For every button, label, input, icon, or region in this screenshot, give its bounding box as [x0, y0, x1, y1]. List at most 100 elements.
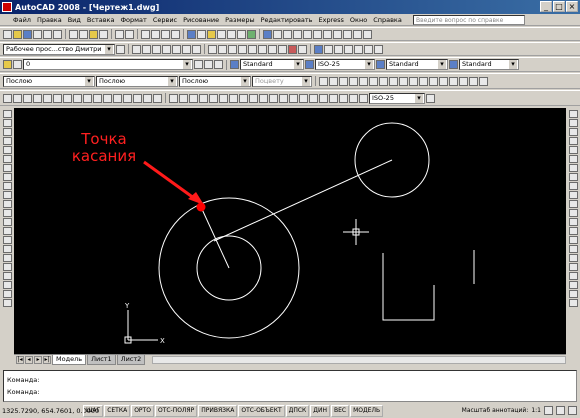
draw-spline-icon[interactable] — [2, 182, 12, 190]
trim-icon[interactable] — [162, 44, 171, 54]
layer-tool-7-icon[interactable] — [153, 93, 162, 103]
draw-polyline-icon[interactable] — [2, 128, 12, 136]
workspace-settings-icon[interactable] — [116, 44, 125, 54]
ucs-named-icon[interactable] — [449, 76, 458, 86]
dim-radius-icon[interactable] — [209, 93, 218, 103]
undo-icon[interactable] — [115, 29, 124, 39]
menu-edit[interactable]: Правка — [34, 16, 65, 24]
ducs-toggle[interactable]: ДПСК — [285, 405, 310, 417]
ucs-world-icon[interactable] — [329, 76, 338, 86]
menu-help[interactable]: Справка — [370, 16, 405, 24]
command-window[interactable]: Команда: Команда: — [3, 370, 577, 402]
menu-window[interactable]: Окно — [347, 16, 370, 24]
layout-6-icon[interactable] — [364, 44, 373, 54]
annotation-visibility-icon[interactable] — [544, 406, 553, 415]
snap-toggle[interactable]: ШАГ — [83, 405, 104, 417]
layer-tool-4-icon[interactable] — [123, 93, 132, 103]
rotate-icon[interactable] — [569, 164, 578, 172]
table-style-icon[interactable] — [376, 60, 385, 69]
menu-format[interactable]: Формат — [117, 16, 149, 24]
layer-select[interactable]: 0 — [23, 59, 193, 70]
lineweight-select[interactable]: Послою — [179, 75, 251, 87]
osnap-nearest-icon[interactable] — [278, 44, 287, 54]
fillet-icon[interactable] — [569, 245, 578, 253]
dim-linear-icon[interactable] — [169, 93, 178, 103]
view-front-icon[interactable] — [333, 29, 342, 39]
ucs-manager-icon[interactable] — [459, 76, 468, 86]
maximize-icon[interactable]: □ — [553, 1, 565, 12]
command-prompt-line[interactable]: Команда: — [7, 386, 573, 398]
dim-jogged-icon[interactable] — [219, 93, 228, 103]
dim-space-icon[interactable] — [279, 93, 288, 103]
menu-file[interactable]: Файл — [10, 16, 34, 24]
trim-object-icon[interactable] — [569, 191, 578, 199]
scale-icon[interactable] — [569, 173, 578, 181]
menu-draw[interactable]: Рисование — [180, 16, 222, 24]
extend-icon[interactable] — [172, 44, 181, 54]
modify-extra-icon[interactable] — [569, 263, 578, 271]
draw-point-icon[interactable] — [2, 227, 12, 235]
chamfer-icon[interactable] — [569, 236, 578, 244]
match-properties-icon[interactable] — [99, 29, 108, 39]
center-mark-icon[interactable] — [309, 93, 318, 103]
zoom-out-icon[interactable] — [63, 93, 72, 103]
menu-dimension[interactable]: Размеры — [222, 16, 258, 24]
ucs-view-icon[interactable] — [369, 76, 378, 86]
zoom-dynamic-icon[interactable] — [13, 93, 22, 103]
move-icon[interactable] — [569, 155, 578, 163]
ucs-y-icon[interactable] — [419, 76, 428, 86]
extend-object-icon[interactable] — [569, 200, 578, 208]
tab-model[interactable]: Модель — [52, 355, 87, 365]
close-icon[interactable]: × — [566, 1, 578, 12]
zoom-in-icon[interactable] — [53, 93, 62, 103]
autocad-logo-icon[interactable] — [2, 2, 12, 12]
pan-icon[interactable] — [141, 29, 150, 39]
draw-extra-icon[interactable] — [2, 281, 12, 289]
inspect-icon[interactable] — [319, 93, 328, 103]
hatch-icon[interactable] — [2, 236, 12, 244]
ucs-object-icon[interactable] — [359, 76, 368, 86]
menu-view[interactable]: Вид — [65, 16, 84, 24]
osnap-quadrant-icon[interactable] — [238, 44, 247, 54]
coordinate-readout[interactable]: 1325.7290, 654.7601, 0.0000 — [2, 407, 99, 415]
dim-quick-icon[interactable] — [249, 93, 258, 103]
offset-icon[interactable] — [569, 137, 578, 145]
plotstyle-select[interactable]: Поцвету — [252, 75, 312, 87]
design-center-icon[interactable] — [197, 29, 206, 39]
dim-update-icon[interactable] — [359, 93, 368, 103]
zoom-center-icon[interactable] — [33, 93, 42, 103]
viewport-icon[interactable] — [263, 29, 272, 39]
draw-extra3-icon[interactable] — [2, 299, 12, 307]
break-at-point-icon[interactable] — [569, 209, 578, 217]
new-icon[interactable] — [3, 29, 12, 39]
draw-line-icon[interactable] — [2, 110, 12, 118]
dim-style-icon[interactable] — [305, 60, 314, 69]
zoom-scale-icon[interactable] — [23, 93, 32, 103]
tab-first-icon[interactable]: |◂ — [16, 356, 24, 364]
zoom-window-icon[interactable] — [3, 93, 12, 103]
mtext-icon[interactable] — [2, 272, 12, 280]
dim-diameter-icon[interactable] — [229, 93, 238, 103]
draw-revcloud-icon[interactable] — [2, 173, 12, 181]
calculator-icon[interactable] — [237, 29, 246, 39]
osnap-node-icon[interactable] — [268, 44, 277, 54]
dim-style-manager-icon[interactable] — [426, 93, 435, 103]
layout-5-icon[interactable] — [354, 44, 363, 54]
layer-tool-3-icon[interactable] — [113, 93, 122, 103]
draw-xline-icon[interactable] — [2, 119, 12, 127]
layer-manager-icon[interactable] — [3, 60, 12, 69]
layer-isolate-icon[interactable] — [214, 60, 223, 69]
draw-ellipse-arc-icon[interactable] — [2, 200, 12, 208]
region-icon[interactable] — [2, 254, 12, 262]
draw-rectangle-icon[interactable] — [2, 146, 12, 154]
modify-extra4-icon[interactable] — [569, 290, 578, 298]
ucs-apply-icon[interactable] — [439, 76, 448, 86]
tool-palettes-icon[interactable] — [207, 29, 216, 39]
viewport-scale-icon[interactable] — [313, 29, 322, 39]
dim-arc-icon[interactable] — [189, 93, 198, 103]
tab-layout2[interactable]: Лист2 — [116, 355, 146, 365]
osnap-settings-icon[interactable] — [298, 44, 307, 54]
otrack-toggle[interactable]: ОТС-ОБЪЕКТ — [238, 405, 285, 417]
ray-icon[interactable] — [142, 44, 151, 54]
dim-edit-icon[interactable] — [339, 93, 348, 103]
